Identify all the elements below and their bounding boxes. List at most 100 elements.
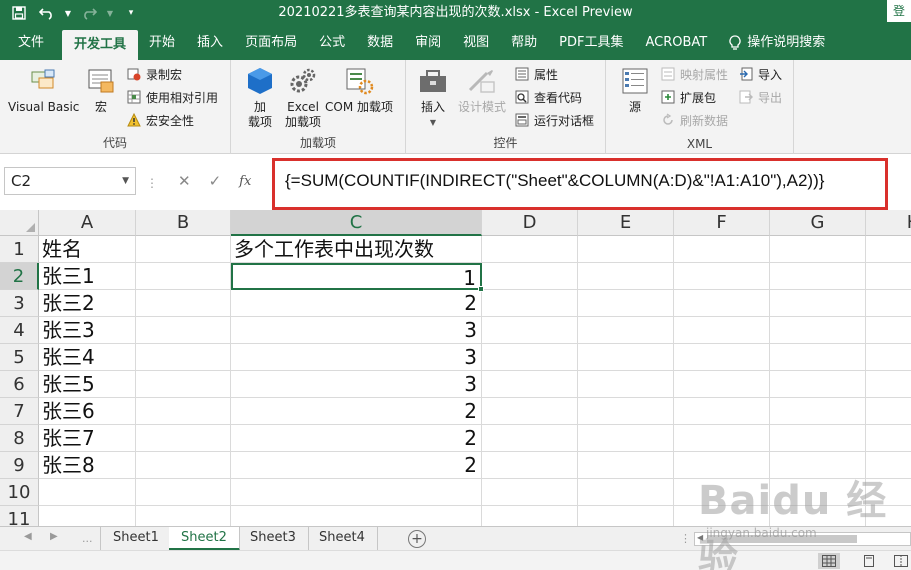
cell-a2[interactable]: 张三1	[39, 263, 136, 290]
cell-c7[interactable]: 2	[231, 398, 482, 425]
row-header-5[interactable]: 5	[0, 344, 39, 371]
name-box[interactable]: C2 ▼	[4, 167, 136, 195]
cell-h2[interactable]	[866, 263, 911, 290]
sheet-tab-sheet3[interactable]: Sheet3	[238, 527, 309, 551]
cell-b3[interactable]	[136, 290, 231, 317]
cell-d11[interactable]	[482, 506, 578, 526]
cell-h6[interactable]	[866, 371, 911, 398]
cell-e9[interactable]	[578, 452, 674, 479]
cell-d10[interactable]	[482, 479, 578, 506]
tab-developer[interactable]: 开发工具	[62, 30, 139, 60]
cell-b8[interactable]	[136, 425, 231, 452]
cell-a10[interactable]	[39, 479, 136, 506]
design-mode-button[interactable]: 设计模式	[458, 66, 506, 115]
column-header-f[interactable]: F	[674, 210, 770, 236]
formula-input[interactable]: {=SUM(COUNTIF(INDIRECT("Sheet"&COLUMN(A:…	[285, 171, 824, 191]
cell-g6[interactable]	[770, 371, 866, 398]
cell-c2[interactable]: 1	[231, 263, 482, 290]
cell-a6[interactable]: 张三5	[39, 371, 136, 398]
cell-a8[interactable]: 张三7	[39, 425, 136, 452]
cell-c8[interactable]: 2	[231, 425, 482, 452]
cell-h7[interactable]	[866, 398, 911, 425]
cell-b9[interactable]	[136, 452, 231, 479]
row-header-7[interactable]: 7	[0, 398, 39, 425]
formula-bar-splitter[interactable]: ⋮	[146, 176, 158, 190]
row-header-9[interactable]: 9	[0, 452, 39, 479]
cell-f5[interactable]	[674, 344, 770, 371]
cell-a11[interactable]	[39, 506, 136, 526]
cell-f3[interactable]	[674, 290, 770, 317]
export-button[interactable]: 导出	[738, 87, 782, 107]
cell-e2[interactable]	[578, 263, 674, 290]
cell-d4[interactable]	[482, 317, 578, 344]
redo-icon[interactable]	[78, 2, 100, 24]
cell-f6[interactable]	[674, 371, 770, 398]
tab-pdf-tools[interactable]: PDF工具集	[548, 26, 634, 60]
cell-d2[interactable]	[482, 263, 578, 290]
tab-insert[interactable]: 插入	[186, 26, 234, 60]
view-code-button[interactable]: 查看代码	[514, 87, 582, 107]
visual-basic-button[interactable]: Visual Basic	[8, 66, 79, 115]
cell-b7[interactable]	[136, 398, 231, 425]
cell-c1[interactable]: 多个工作表中出现次数	[231, 236, 482, 263]
relative-references-button[interactable]: 使用相对引用	[126, 87, 218, 107]
addins-button[interactable]: 加 载项	[245, 66, 275, 130]
cell-a4[interactable]: 张三3	[39, 317, 136, 344]
refresh-data-button[interactable]: 刷新数据	[660, 110, 728, 130]
enter-icon[interactable]: ✓	[209, 172, 222, 190]
row-header-2[interactable]: 2	[0, 263, 39, 290]
cell-g8[interactable]	[770, 425, 866, 452]
sheet-ellipsis[interactable]: ...	[82, 532, 93, 545]
undo-icon[interactable]	[36, 2, 58, 24]
cell-b4[interactable]	[136, 317, 231, 344]
column-header-a[interactable]: A	[39, 210, 136, 236]
cell-c10[interactable]	[231, 479, 482, 506]
cell-c3[interactable]: 2	[231, 290, 482, 317]
scroll-splitter[interactable]: ⋮	[680, 532, 691, 545]
macros-button[interactable]: 宏	[86, 66, 116, 115]
select-all-button[interactable]	[0, 210, 39, 236]
cell-d6[interactable]	[482, 371, 578, 398]
excel-addins-button[interactable]: Excel 加载项	[285, 66, 321, 130]
tab-data[interactable]: 数据	[356, 26, 404, 60]
cell-e7[interactable]	[578, 398, 674, 425]
cell-a7[interactable]: 张三6	[39, 398, 136, 425]
cell-h3[interactable]	[866, 290, 911, 317]
cell-g5[interactable]	[770, 344, 866, 371]
cell-d5[interactable]	[482, 344, 578, 371]
cell-a9[interactable]: 张三8	[39, 452, 136, 479]
cell-b6[interactable]	[136, 371, 231, 398]
tab-page-layout[interactable]: 页面布局	[234, 26, 308, 60]
column-header-h[interactable]: H	[866, 210, 911, 236]
map-properties-button[interactable]: 映射属性	[660, 64, 728, 84]
cell-d1[interactable]	[482, 236, 578, 263]
cell-b1[interactable]	[136, 236, 231, 263]
column-header-d[interactable]: D	[482, 210, 578, 236]
com-addins-button[interactable]: COM 加载项	[325, 66, 393, 115]
row-header-11[interactable]: 11	[0, 506, 39, 526]
run-dialog-button[interactable]: 运行对话框	[514, 110, 594, 130]
cell-g2[interactable]	[770, 263, 866, 290]
cell-c11[interactable]	[231, 506, 482, 526]
cell-g4[interactable]	[770, 317, 866, 344]
login-button[interactable]: 登	[887, 0, 911, 22]
add-sheet-button[interactable]: +	[408, 530, 426, 548]
properties-button[interactable]: 属性	[514, 64, 558, 84]
cell-c5[interactable]: 3	[231, 344, 482, 371]
cell-f2[interactable]	[674, 263, 770, 290]
tell-me-search[interactable]: 操作说明搜索	[718, 26, 836, 60]
cell-f1[interactable]	[674, 236, 770, 263]
cell-b11[interactable]	[136, 506, 231, 526]
cell-f8[interactable]	[674, 425, 770, 452]
cell-c4[interactable]: 3	[231, 317, 482, 344]
cell-e3[interactable]	[578, 290, 674, 317]
xml-source-button[interactable]: 源	[620, 66, 650, 115]
next-sheet-icon[interactable]: ▶	[50, 531, 58, 542]
insert-function-icon[interactable]: fx	[239, 174, 251, 189]
cell-f4[interactable]	[674, 317, 770, 344]
cell-e11[interactable]	[578, 506, 674, 526]
cell-c9[interactable]: 2	[231, 452, 482, 479]
row-header-4[interactable]: 4	[0, 317, 39, 344]
prev-sheet-icon[interactable]: ◀	[24, 531, 32, 542]
cell-c6[interactable]: 3	[231, 371, 482, 398]
